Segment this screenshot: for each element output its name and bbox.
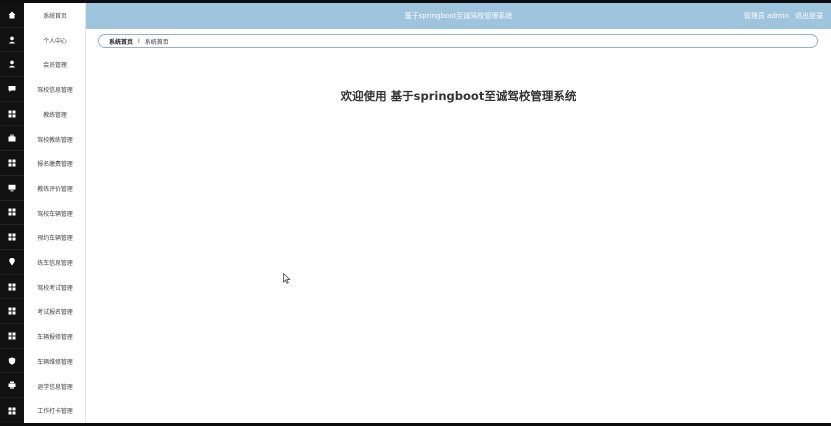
current-user-label: 管理员 admin	[743, 12, 789, 20]
grid-icon[interactable]	[0, 324, 24, 349]
grid-icon[interactable]	[0, 398, 24, 423]
sidebar-item-coaches[interactable]: 教练管理	[24, 102, 86, 127]
sidebar-item-school-info[interactable]: 驾校信息管理	[24, 77, 86, 102]
sidebar-menu: 系统首页 个人中心 会员管理 驾校信息管理 教练管理 驾校教练管理 报名缴费管理…	[24, 3, 86, 423]
sidebar-item-vehicle-repair-reports[interactable]: 车辆报修管理	[24, 324, 86, 349]
shield-icon[interactable]	[0, 349, 24, 374]
chat-icon[interactable]	[0, 77, 24, 102]
sidebar-item-personal-center[interactable]: 个人中心	[24, 28, 86, 53]
welcome-message: 欢迎使用 基于springboot至诚驾校管理系统	[340, 89, 577, 103]
sidebar-item-enrollment-fees[interactable]: 报名缴费管理	[24, 151, 86, 176]
breadcrumb: 系统首页 Ⅰ 系统首页	[98, 34, 818, 48]
sidebar-item-school-vehicles[interactable]: 驾校车辆管理	[24, 201, 86, 226]
grid-icon[interactable]	[0, 225, 24, 250]
sidebar-item-vehicle-maintenance[interactable]: 车辆维修管理	[24, 349, 86, 374]
breadcrumb-home-link[interactable]: 系统首页	[109, 37, 133, 46]
logout-link[interactable]: 退出登录	[795, 3, 823, 29]
home-icon[interactable]	[0, 3, 24, 28]
sidebar-item-work-checkin[interactable]: 工作打卡管理	[24, 398, 86, 423]
print-icon[interactable]	[0, 374, 24, 399]
sidebar-item-coach-reviews[interactable]: 教练评价管理	[24, 176, 86, 201]
user-icon[interactable]	[0, 28, 24, 53]
icon-rail	[0, 3, 24, 423]
grid-icon[interactable]	[0, 151, 24, 176]
sidebar-item-vehicle-booking[interactable]: 预约车辆管理	[24, 225, 86, 250]
sidebar-item-members[interactable]: 会员管理	[24, 52, 86, 77]
pin-icon[interactable]	[0, 250, 24, 275]
breadcrumb-current: 系统首页	[144, 38, 169, 46]
grid-icon[interactable]	[0, 201, 24, 226]
user-icon[interactable]	[0, 52, 24, 78]
sidebar-item-home[interactable]: 系统首页	[24, 3, 86, 28]
sidebar-item-practice-info[interactable]: 练车信息管理	[24, 250, 86, 275]
briefcase-icon[interactable]	[0, 127, 24, 152]
sidebar-item-withdrawal-info[interactable]: 退学信息管理	[24, 374, 86, 399]
top-header: 基于springboot至诚驾校管理系统 管理员 admin 退出登录	[86, 3, 831, 29]
mouse-cursor-icon	[283, 273, 291, 284]
grid-icon[interactable]	[0, 275, 24, 300]
monitor-icon[interactable]	[0, 176, 24, 201]
sidebar-item-school-coaches[interactable]: 驾校教练管理	[24, 127, 86, 152]
breadcrumb-separator: Ⅰ	[138, 37, 140, 45]
app-title: 基于springboot至诚驾校管理系统	[404, 12, 513, 20]
sidebar-item-school-exams[interactable]: 驾校考试管理	[24, 275, 86, 300]
grid-icon[interactable]	[0, 102, 24, 127]
grid-icon[interactable]	[0, 299, 24, 325]
sidebar-item-exam-registration[interactable]: 考试报名管理	[24, 299, 86, 324]
